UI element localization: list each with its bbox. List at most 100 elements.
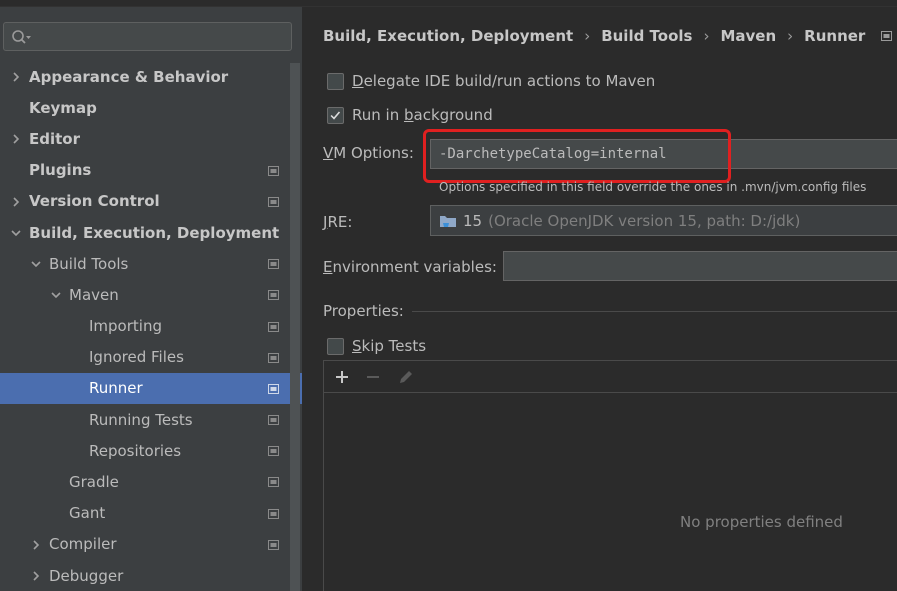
sidebar-item-label: Running Tests: [89, 410, 193, 429]
settings-search-box[interactable]: [3, 22, 292, 51]
run-in-background-checkbox[interactable]: [327, 107, 344, 124]
search-input[interactable]: [36, 26, 286, 47]
breadcrumb-separator: ›: [703, 27, 710, 45]
sidebar-item-editor[interactable]: Editor: [0, 123, 290, 154]
env-variables-input[interactable]: [503, 251, 897, 281]
sidebar-item-label: Appearance & Behavior: [29, 67, 229, 86]
breadcrumb-separator: ›: [584, 27, 591, 45]
project-level-icon: [268, 196, 279, 207]
project-level-icon: [268, 539, 279, 550]
properties-label: Properties:: [323, 302, 404, 320]
sidebar-item-label: Gradle: [69, 473, 119, 492]
sidebar-item-build-execution-deployment[interactable]: Build, Execution, Deployment: [0, 217, 290, 248]
skip-tests-mnemonic: S: [352, 337, 362, 355]
project-level-icon: [268, 321, 279, 332]
chevron-down-icon[interactable]: [50, 289, 62, 301]
project-level-icon: [881, 31, 893, 41]
no-properties-text: No properties defined: [680, 513, 843, 531]
breadcrumb-item-build-tools[interactable]: Build Tools: [601, 27, 692, 45]
sidebar-item-debugger[interactable]: Debugger: [0, 560, 290, 591]
sidebar-item-keymap[interactable]: Keymap: [0, 92, 290, 123]
checkmark-icon: [330, 111, 341, 120]
skip-tests-label[interactable]: Skip Tests: [352, 337, 426, 355]
sidebar-item-label: Repositories: [89, 441, 182, 460]
sidebar-item-appearance-behavior[interactable]: Appearance & Behavior: [0, 61, 290, 92]
run-in-background-label[interactable]: Run in background: [352, 106, 493, 124]
delegate-label-mnemonic: D: [352, 72, 364, 90]
breadcrumb-item-build-execution[interactable]: Build, Execution, Deployment: [323, 27, 573, 45]
sidebar-item-running-tests[interactable]: Running Tests: [0, 404, 290, 435]
sidebar-item-build-tools[interactable]: Build Tools: [0, 248, 290, 279]
project-level-icon: [268, 259, 279, 270]
sidebar-item-compiler[interactable]: Compiler: [0, 529, 290, 560]
vm-options-hint: Options specified in this field override…: [439, 180, 867, 194]
window-top-edge: [0, 0, 897, 7]
sidebar-item-maven[interactable]: Maven: [0, 279, 290, 310]
sidebar-item-gradle[interactable]: Gradle: [0, 466, 290, 497]
chevron-down-icon[interactable]: [30, 258, 42, 270]
sidebar-item-label: Debugger: [49, 566, 124, 585]
chevron-right-icon[interactable]: [30, 539, 42, 551]
sidebar-item-label: Compiler: [49, 535, 117, 554]
sidebar-item-label: Runner: [89, 379, 143, 398]
sidebar-item-label: Ignored Files: [89, 348, 184, 367]
project-level-icon: [268, 290, 279, 301]
env-variables-label: Environment variables:: [323, 258, 497, 276]
background-label-pre: Run in: [352, 106, 404, 124]
sidebar-item-repositories[interactable]: Repositories: [0, 435, 290, 466]
jre-version: 15: [463, 211, 483, 230]
settings-content: Build, Execution, Deployment › Build Too…: [302, 7, 897, 591]
vm-label-rest: M Options:: [333, 144, 414, 162]
project-level-icon: [268, 415, 279, 426]
skip-tests-checkbox[interactable]: [327, 338, 344, 355]
sidebar-item-ignored-files[interactable]: Ignored Files: [0, 342, 290, 373]
jre-combobox[interactable]: 15 (Oracle OpenJDK version 15, path: D:/…: [430, 205, 897, 236]
skip-tests-post: kip Tests: [361, 337, 427, 355]
sidebar-item-label: Build Tools: [49, 254, 129, 273]
sidebar-item-label: Version Control: [29, 192, 160, 211]
jre-label-rest: RE:: [327, 213, 353, 231]
search-icon: [12, 30, 31, 44]
sidebar-item-version-control[interactable]: Version Control: [0, 186, 290, 217]
sidebar-item-label: Build, Execution, Deployment: [29, 223, 280, 242]
sidebar-item-importing[interactable]: Importing: [0, 311, 290, 342]
project-level-icon: [268, 165, 279, 176]
sidebar-item-label: Maven: [69, 285, 119, 304]
project-level-icon: [268, 477, 279, 488]
project-level-icon: [268, 446, 279, 457]
remove-icon[interactable]: [364, 368, 382, 386]
breadcrumb: Build, Execution, Deployment › Build Too…: [323, 27, 893, 45]
project-level-icon: [268, 508, 279, 519]
chevron-right-icon[interactable]: [10, 71, 22, 83]
sidebar-item-gant[interactable]: Gant: [0, 498, 290, 529]
delegate-label[interactable]: Delegate IDE build/run actions to Maven: [352, 72, 655, 90]
edit-icon[interactable]: [397, 368, 415, 386]
chevron-down-icon[interactable]: [10, 227, 22, 239]
add-icon[interactable]: [333, 368, 351, 386]
sidebar-item-label: Importing: [89, 317, 162, 336]
settings-tree: Appearance & Behavior Keymap Editor Plugins…: [0, 61, 302, 591]
chevron-right-icon[interactable]: [30, 570, 42, 582]
properties-section: Properties:: [323, 302, 897, 320]
vm-options-label: VM Options:: [323, 144, 414, 162]
sidebar-scrollbar[interactable]: [290, 63, 300, 591]
chevron-right-icon[interactable]: [10, 133, 22, 145]
vm-label-mnemonic: V: [323, 144, 334, 162]
env-label-rest: nvironment variables:: [332, 258, 497, 276]
sidebar-item-plugins[interactable]: Plugins: [0, 155, 290, 186]
jdk-folder-icon: [440, 215, 456, 227]
sidebar-item-runner[interactable]: Runner: [0, 372, 302, 405]
delegate-checkbox[interactable]: [327, 73, 344, 90]
background-label-post: ackground: [413, 106, 493, 124]
sidebar-item-label: Editor: [29, 129, 80, 148]
breadcrumb-separator: ›: [787, 27, 794, 45]
vm-options-input[interactable]: [430, 139, 897, 169]
properties-divider: [411, 310, 897, 312]
chevron-right-icon[interactable]: [10, 196, 22, 208]
properties-table: No properties defined: [323, 360, 897, 591]
delegate-label-post: elegate IDE build/run actions to Maven: [363, 72, 656, 90]
sidebar-item-label: Plugins: [29, 161, 92, 180]
sidebar-item-label: Keymap: [29, 98, 97, 117]
jre-label: JRE:: [323, 213, 352, 231]
breadcrumb-item-maven[interactable]: Maven: [720, 27, 776, 45]
